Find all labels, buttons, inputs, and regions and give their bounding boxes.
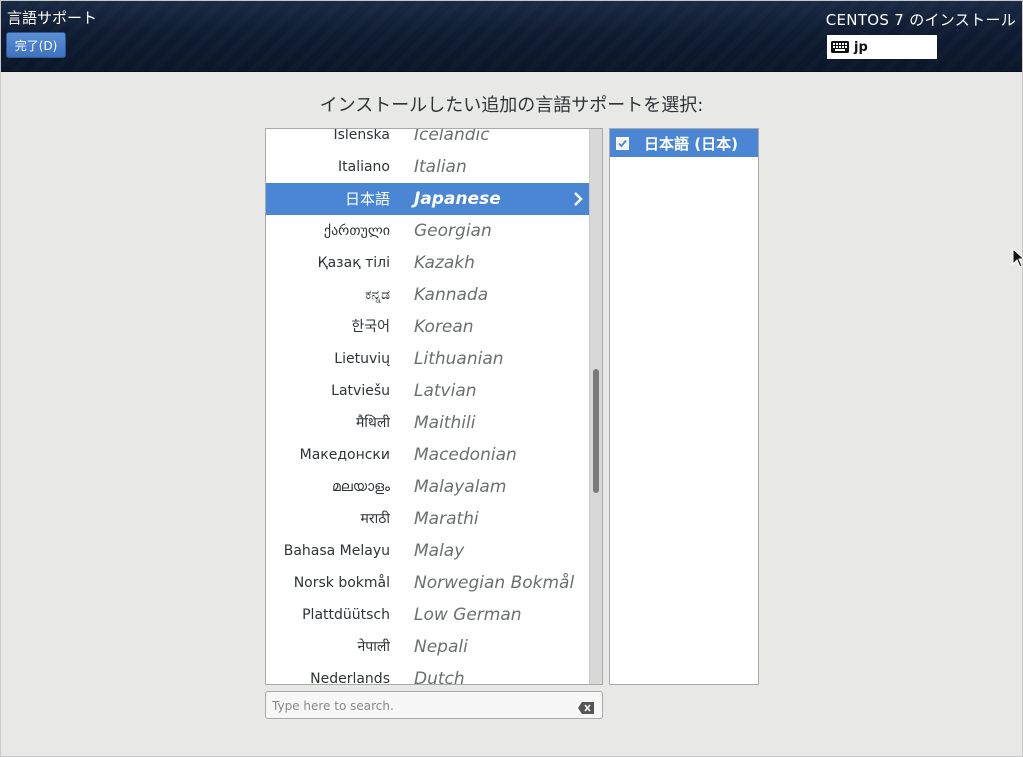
language-row[interactable]: मैथिली Maithili [266, 407, 589, 439]
chevron-right-icon [571, 191, 585, 207]
language-english-name: Georgian [414, 221, 492, 241]
language-english-name: Korean [414, 317, 474, 337]
language-native-name: ქართული [323, 223, 390, 239]
locale-item[interactable]: 日本語 (日本) [610, 129, 758, 157]
clear-search-icon[interactable] [578, 699, 594, 718]
language-english-name: Nepali [414, 637, 468, 657]
language-row[interactable]: 日本語 Japanese [266, 183, 589, 215]
language-row[interactable]: Italiano Italian [266, 151, 589, 183]
language-english-name: Kannada [414, 285, 489, 305]
language-row[interactable]: Latviešu Latvian [266, 375, 589, 407]
language-native-name: Lietuvių [334, 351, 390, 367]
language-english-name: Marathi [414, 509, 479, 529]
language-english-name: Low German [414, 605, 522, 625]
language-english-name: Norwegian Bokmål [414, 573, 575, 593]
language-row[interactable]: नेपाली Nepali [266, 631, 589, 663]
language-native-name: Қазақ тілі [317, 255, 390, 271]
language-english-name: Lithuanian [414, 349, 504, 369]
language-row[interactable]: ქართული Georgian [266, 215, 589, 247]
language-native-name: ಕನ್ನಡ [365, 287, 390, 303]
checkbox-icon[interactable] [616, 136, 629, 150]
language-native-name: Македонски [299, 447, 390, 463]
language-prompt: インストールしたい追加の言語サポートを選択: [319, 95, 704, 116]
language-row[interactable]: Македонски Macedonian [266, 439, 589, 471]
language-row[interactable]: 한국어 Korean [266, 311, 589, 343]
language-row[interactable]: Plattdüütsch Low German [266, 599, 589, 631]
language-native-name: Norsk bokmål [293, 575, 390, 591]
language-english-name: Dutch [414, 669, 465, 685]
language-native-name: Nederlands [310, 671, 390, 685]
language-english-name: Icelandic [414, 128, 490, 145]
language-list-scrollbar[interactable] [589, 129, 602, 684]
language-english-name: Latvian [414, 381, 477, 401]
language-english-name: Macedonian [414, 445, 517, 465]
language-native-name: മലയാളം [331, 479, 390, 495]
language-native-name: मराठी [360, 511, 390, 527]
scrollbar-thumb[interactable] [593, 369, 599, 493]
language-native-name: नेपाली [357, 639, 390, 655]
language-row[interactable]: मराठी Marathi [266, 503, 589, 535]
header-bar: 言語サポート 完了(D) CENTOS 7 のインストール jp [1, 1, 1022, 72]
language-row[interactable]: Lietuvių Lithuanian [266, 343, 589, 375]
search-box[interactable] [265, 691, 603, 719]
language-english-name: Malay [414, 541, 465, 561]
language-english-name: Maithili [414, 413, 476, 433]
language-native-name: Italiano [338, 159, 390, 175]
mouse-cursor-icon [1012, 247, 1023, 272]
language-native-name: 한국어 [351, 319, 390, 335]
language-list[interactable]: Íslenska Icelandic Italiano Italian 日本語 Japan… [265, 128, 603, 685]
language-row[interactable]: മലയാളം Malayalam [266, 471, 589, 503]
language-native-name: Bahasa Melayu [283, 543, 390, 559]
language-english-name: Malayalam [414, 477, 507, 497]
language-row[interactable]: Nederlands Dutch [266, 663, 589, 685]
language-row[interactable]: Íslenska Icelandic [266, 128, 589, 151]
keyboard-layout-label: jp [854, 39, 868, 55]
keyboard-layout-indicator[interactable]: jp [827, 35, 937, 59]
locale-list[interactable]: 日本語 (日本) [609, 128, 759, 685]
language-native-name: मैथिली [355, 415, 390, 431]
language-row[interactable]: Bahasa Melayu Malay [266, 535, 589, 567]
language-english-name: Kazakh [414, 253, 475, 273]
language-native-name: Plattdüütsch [302, 607, 390, 623]
language-row[interactable]: Norsk bokmål Norwegian Bokmål [266, 567, 589, 599]
search-input[interactable] [270, 695, 574, 717]
done-button[interactable]: 完了(D) [6, 32, 66, 58]
language-row[interactable]: ಕನ್ನಡ Kannada [266, 279, 589, 311]
product-title: CENTOS 7 のインストール [825, 11, 1016, 29]
language-native-name: Latviešu [331, 383, 390, 399]
language-english-name: Japanese [414, 189, 501, 209]
keyboard-icon [831, 41, 849, 53]
language-native-name: 日本語 [344, 190, 390, 208]
language-rows: Íslenska Icelandic Italiano Italian 日本語 Japan… [266, 128, 589, 685]
page-title: 言語サポート [7, 9, 98, 27]
locale-label: 日本語 (日本) [644, 134, 738, 153]
language-row[interactable]: Қазақ тілі Kazakh [266, 247, 589, 279]
language-english-name: Italian [414, 157, 467, 177]
language-native-name: Íslenska [333, 128, 390, 143]
